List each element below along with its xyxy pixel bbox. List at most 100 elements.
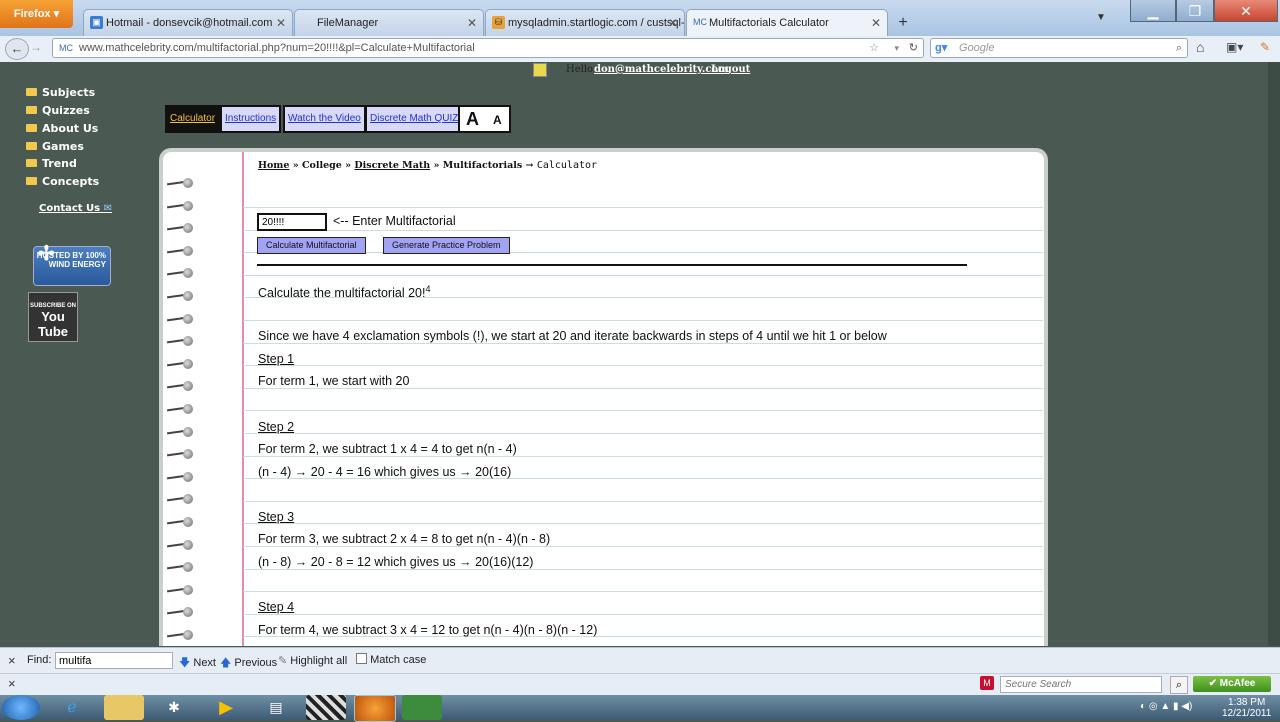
- clock-time: 1:38 PM: [1228, 697, 1266, 708]
- google-icon[interactable]: g▾: [935, 39, 947, 57]
- generate-practice-problem-button[interactable]: Generate Practice Problem: [383, 237, 510, 254]
- find-bar: × Find: 🡇 Next 🡅 Previous ✎ Highlight al…: [0, 647, 1280, 674]
- clock[interactable]: 1:38 PM 12/21/2011: [1222, 697, 1271, 719]
- folder-icon: [26, 159, 37, 167]
- mcafee-button[interactable]: ✔ McAfee: [1193, 676, 1271, 692]
- highlight-all-button[interactable]: ✎ Highlight all: [278, 654, 347, 667]
- tab-hotmail[interactable]: ▣ Hotmail - donsevcik@hotmail.com ✕: [83, 9, 293, 36]
- instructions-tab[interactable]: Instructions: [220, 105, 282, 133]
- notebook-panel: Home » College » Discrete Math » Multifa…: [163, 152, 1044, 646]
- youtube-badge[interactable]: SUBSCRIBE ON You Tube: [28, 292, 78, 342]
- secure-search-input[interactable]: [1000, 676, 1162, 693]
- find-next-button[interactable]: 🡇 Next: [179, 654, 216, 673]
- sidebar-item-subjects[interactable]: Subjects: [26, 85, 95, 101]
- file-explorer-icon[interactable]: [104, 695, 144, 720]
- hotmail-icon: ▣: [90, 16, 103, 29]
- media-app-icon[interactable]: ✱: [154, 695, 194, 720]
- highlight-all-label: Highlight all: [290, 655, 348, 667]
- back-button[interactable]: ←: [5, 38, 29, 60]
- breadcrumb-discrete-math-link[interactable]: Discrete Math: [354, 160, 430, 171]
- close-tab-icon[interactable]: ✕: [467, 10, 477, 36]
- close-tab-icon[interactable]: ✕: [871, 10, 881, 36]
- page-scrollbar[interactable]: [1268, 62, 1280, 646]
- tab-label: mysqladmin.startlogic.com / custsql-...: [508, 17, 685, 29]
- new-tab-button[interactable]: +: [890, 12, 916, 34]
- sidebar-item-trend[interactable]: Trend: [26, 156, 77, 172]
- history-dropdown-icon[interactable]: ▾: [894, 39, 899, 57]
- secure-search-icon[interactable]: ⌕: [1170, 676, 1188, 694]
- checkered-app-icon[interactable]: [306, 695, 346, 720]
- url-bar[interactable]: MC www.mathcelebrity.com/multifactorial.…: [52, 38, 924, 58]
- tab-label: Hotmail - donsevcik@hotmail.com: [106, 17, 273, 29]
- bookmark-star-icon[interactable]: ☆: [869, 39, 879, 57]
- contact-us-link[interactable]: Contact Us ✉: [39, 203, 112, 214]
- close-window-button[interactable]: ✕: [1214, 0, 1278, 22]
- spiral-ring: [166, 381, 193, 392]
- mail-icon: ✉: [103, 203, 112, 214]
- logout-link[interactable]: Logout: [711, 64, 750, 75]
- step-4-heading: Step 4: [258, 600, 295, 614]
- calculate-multifactorial-button[interactable]: Calculate Multifactorial: [257, 237, 366, 254]
- addons-icon[interactable]: ▣▾: [1226, 40, 1243, 54]
- home-icon[interactable]: ⌂: [1196, 39, 1204, 55]
- chevron-down-icon: ▾: [53, 8, 60, 20]
- media-player-icon[interactable]: ▶: [206, 695, 246, 720]
- decrease-font-button[interactable]: A: [493, 113, 502, 127]
- sidebar-item-about-us[interactable]: About Us: [26, 121, 98, 137]
- watch-video-tab[interactable]: Watch the Video: [283, 105, 366, 133]
- sidebar-item-quizzes[interactable]: Quizzes: [26, 103, 90, 119]
- breadcrumb-home-link[interactable]: Home: [258, 160, 289, 171]
- mcafee-label: McAfee: [1219, 678, 1256, 689]
- spiral-ring: [166, 245, 193, 256]
- document-icon[interactable]: ▤: [256, 695, 296, 720]
- ruled-line: [243, 523, 1043, 525]
- find-previous-button[interactable]: 🡅 Previous: [220, 654, 277, 673]
- site-identity-icon[interactable]: MC: [59, 39, 73, 57]
- increase-font-button[interactable]: A: [466, 109, 479, 130]
- ruled-line: [243, 229, 1043, 231]
- clock-date: 12/21/2011: [1222, 708, 1272, 719]
- extension-icon[interactable]: ✎: [1260, 40, 1270, 54]
- highlighter-icon: ✎: [278, 655, 288, 667]
- reload-icon[interactable]: ↻: [909, 39, 918, 57]
- sidebar-item-games[interactable]: Games: [26, 139, 84, 155]
- search-bar[interactable]: g▾ Google ⌕: [930, 38, 1188, 58]
- spiral-ring: [166, 584, 193, 595]
- search-icon[interactable]: ⌕: [1176, 39, 1182, 57]
- find-previous-label: Previous: [234, 657, 278, 669]
- system-tray-icons[interactable]: ◐ ◎ ▲ ▮ ◀): [1140, 701, 1192, 712]
- discrete-math-quiz-tab[interactable]: Discrete Math QUIZ: [365, 105, 464, 133]
- step-2-line-1: For term 2, we subtract 1 x 4 = 4 to get…: [258, 442, 517, 456]
- find-input[interactable]: [55, 652, 173, 669]
- wind-energy-badge[interactable]: ✢ HOSTED BY 100% WIND ENERGY: [33, 244, 111, 286]
- tab-filemanager[interactable]: FileManager ✕: [294, 9, 484, 36]
- spiral-ring: [166, 517, 193, 527]
- close-tab-icon[interactable]: ✕: [276, 10, 286, 36]
- multifactorial-input[interactable]: [257, 213, 327, 231]
- firefox-taskbar-icon[interactable]: [354, 695, 396, 722]
- close-addon-bar-icon[interactable]: ×: [8, 676, 16, 691]
- folder-icon: [26, 142, 37, 150]
- sidebar-item-concepts[interactable]: Concepts: [26, 174, 99, 190]
- tab-list-icon[interactable]: ▼: [1096, 12, 1106, 23]
- match-case-checkbox[interactable]: Match case: [356, 653, 426, 666]
- step-3-heading: Step 3: [258, 510, 295, 524]
- close-find-bar-icon[interactable]: ×: [8, 653, 16, 668]
- green-app-icon[interactable]: [402, 695, 442, 720]
- forward-button[interactable]: →: [30, 40, 42, 54]
- firefox-menu-button[interactable]: Firefox ▾: [0, 0, 73, 28]
- internet-explorer-icon[interactable]: ℯ: [52, 695, 92, 720]
- start-button[interactable]: [2, 695, 40, 720]
- tab-multifactorials[interactable]: MC Multifactorials Calculator ✕: [686, 9, 888, 36]
- tab-mysqladmin[interactable]: ⛁ mysqladmin.startlogic.com / custsql-..…: [485, 9, 685, 36]
- close-tab-icon[interactable]: ✕: [668, 10, 678, 36]
- calculator-tab[interactable]: Calculator: [165, 105, 221, 133]
- minimize-button[interactable]: ▁: [1130, 0, 1176, 22]
- user-email-link[interactable]: don@mathcelebrity.com: [594, 64, 729, 75]
- mcafee-shield-icon[interactable]: M: [980, 676, 994, 690]
- mathcelebrity-icon: MC: [693, 17, 707, 27]
- spiral-ring: [166, 426, 193, 437]
- ruled-line: [243, 320, 1043, 321]
- step-3-line-2: (n - 8) → 20 - 8 = 12 which gives us → 2…: [258, 555, 534, 569]
- maximize-button[interactable]: ❐: [1176, 0, 1214, 22]
